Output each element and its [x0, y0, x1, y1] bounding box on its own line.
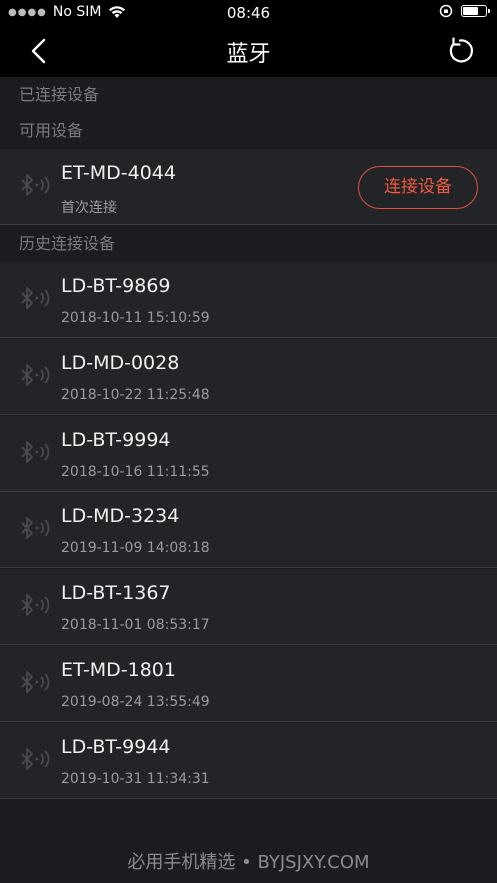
nav-bar: 蓝牙 [0, 26, 497, 77]
device-last-connected-time: 2018-11-01 08:53:17 [61, 617, 210, 634]
history-device-row[interactable]: LD-MD-3234 2019-11-09 14:08:18 [0, 492, 497, 569]
bluetooth-icon [21, 671, 50, 693]
bluetooth-icon [21, 363, 50, 386]
bluetooth-icon [21, 440, 50, 463]
connect-device-button[interactable]: 连接设备 [358, 166, 478, 209]
bluetooth-icon [21, 594, 50, 617]
status-right [439, 4, 490, 18]
history-device-row[interactable]: ET-MD-1801 2019-08-24 13:55:49 [0, 646, 497, 722]
battery-level [463, 7, 478, 15]
history-device-row[interactable]: LD-BT-1367 2018-11-01 08:53:17 [0, 569, 497, 646]
bluetooth-icon [21, 517, 50, 540]
battery-icon [461, 5, 490, 17]
available-device-row[interactable]: ET-MD-4044 首次连接 连接设备 [0, 149, 497, 225]
device-last-connected-time: 2019-10-31 11:34:31 [61, 770, 210, 787]
device-status: 首次连接 [61, 200, 117, 216]
device-name: LD-BT-9994 [61, 428, 171, 451]
device-name: ET-MD-4044 [61, 162, 176, 184]
device-last-connected-time: 2018-10-11 15:10:59 [61, 310, 210, 326]
history-device-row[interactable]: LD-MD-0028 2018-10-22 11:25:48 [0, 338, 497, 415]
watermark: 必用手机精选 • BYJSJXY.COM [127, 852, 370, 873]
bluetooth-icon [21, 174, 50, 196]
history-device-row[interactable]: LD-BT-9994 2018-10-16 11:11:55 [0, 415, 497, 492]
device-name: LD-MD-3234 [61, 505, 180, 528]
status-bar: ●●●● No SIM 08:46 [0, 0, 497, 26]
status-time: 08:46 [226, 4, 271, 22]
history-device-row[interactable]: LD-BT-9944 2019-10-31 11:34:31 [0, 722, 497, 799]
bluetooth-icon [21, 747, 50, 770]
device-last-connected-time: 2019-08-24 13:55:49 [61, 694, 210, 710]
device-last-connected-time: 2019-11-09 14:08:18 [61, 540, 210, 557]
back-icon[interactable] [24, 36, 54, 66]
device-name: LD-MD-0028 [61, 351, 180, 374]
device-name: ET-MD-1801 [61, 659, 176, 681]
bluetooth-icon [21, 287, 50, 309]
section-available-devices: 可用设备 [0, 113, 497, 149]
orientation-lock-icon [439, 4, 453, 18]
device-last-connected-time: 2018-10-16 11:11:55 [61, 463, 210, 480]
device-name: LD-BT-9869 [61, 275, 171, 297]
section-history-devices: 历史连接设备 [0, 226, 497, 262]
history-device-row[interactable]: LD-BT-9869 2018-10-11 15:10:59 [0, 262, 497, 338]
section-connected-devices: 已连接设备 [0, 77, 497, 113]
device-name: LD-BT-1367 [61, 582, 171, 605]
device-last-connected-time: 2018-10-22 11:25:48 [61, 386, 210, 403]
device-name: LD-BT-9944 [61, 735, 171, 758]
refresh-icon[interactable] [445, 36, 475, 66]
page-title: 蓝牙 [226, 42, 271, 67]
